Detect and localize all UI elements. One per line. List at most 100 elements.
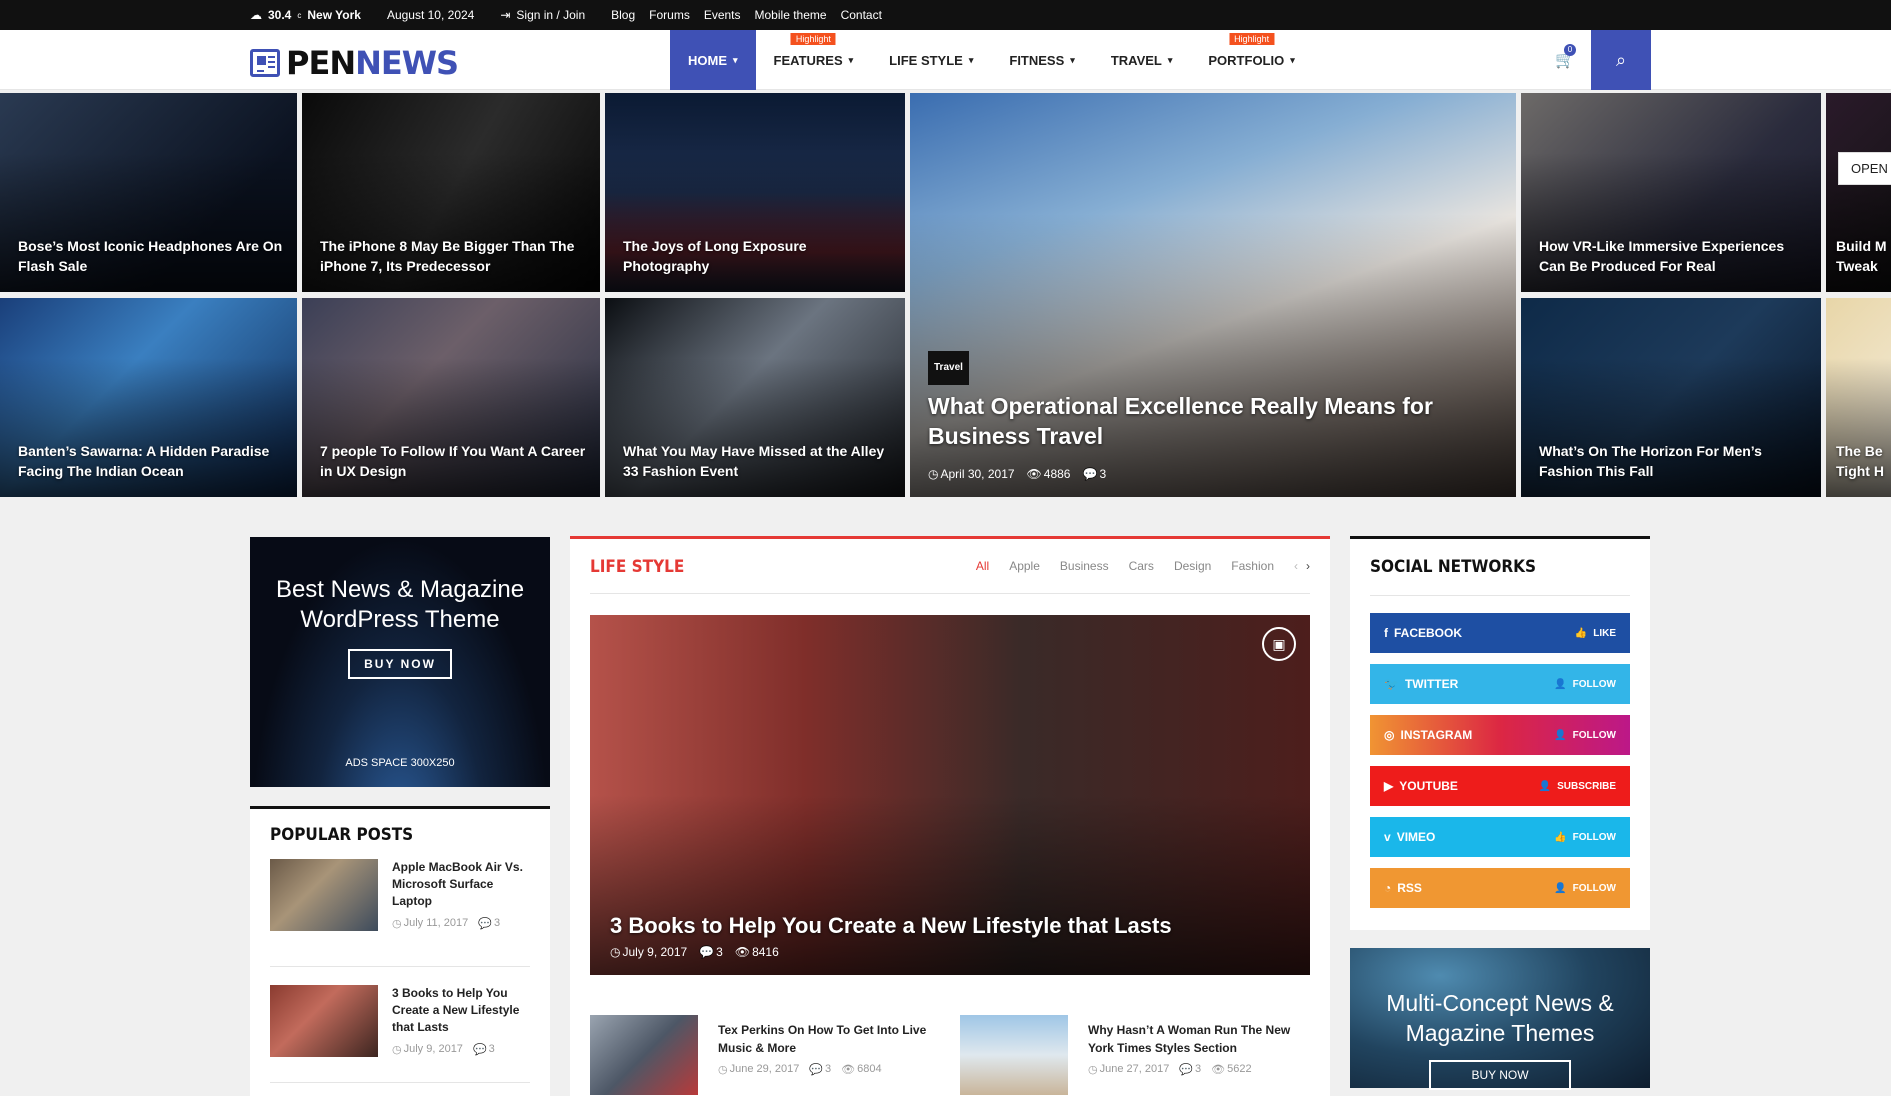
hero-tile[interactable]: Bose’s Most Iconic Headphones Are On Fla… xyxy=(0,93,297,292)
post-thumbnail[interactable] xyxy=(270,985,378,1057)
top-bar: ☁ 30.4 c New York August 10, 2024 ⇥ Sign i… xyxy=(0,0,1891,30)
post-views: 5622 xyxy=(1227,1063,1252,1075)
tab-design[interactable]: Design xyxy=(1174,559,1211,573)
tile-title[interactable]: 7 people To Follow If You Want A Career … xyxy=(320,441,588,481)
hero-tile[interactable]: What’s On The Horizon For Men’s Fashion … xyxy=(1521,298,1821,497)
nav-home[interactable]: HOME ▾ xyxy=(670,30,756,90)
chevron-left-icon[interactable]: ‹ xyxy=(1294,559,1298,573)
facebook-icon: f xyxy=(1384,626,1388,640)
hero-tile[interactable]: Build M Tweak xyxy=(1826,93,1891,292)
hero-featured-tile[interactable]: Travel What Operational Excellence Reall… xyxy=(910,93,1516,497)
open-button[interactable]: OPEN xyxy=(1838,152,1891,185)
post-thumbnail[interactable] xyxy=(590,1015,698,1095)
nav-label: HOME xyxy=(688,52,727,68)
network-name: ◎ INSTAGRAM xyxy=(1384,728,1472,742)
featured-views: 4886 xyxy=(1043,467,1071,481)
hero-tile[interactable]: 7 people To Follow If You Want A Career … xyxy=(302,298,600,497)
twitter-button[interactable]: 🐦 TWITTER 👤 FOLLOW xyxy=(1370,664,1630,704)
tile-title[interactable]: Build M Tweak xyxy=(1836,236,1891,276)
vimeo-button[interactable]: v VIMEO 👍 FOLLOW xyxy=(1370,817,1630,857)
comment-icon: 💬 xyxy=(1179,1064,1194,1076)
tile-title[interactable]: What You May Have Missed at the Alley 33… xyxy=(623,441,893,481)
network-action: 👤 SUBSCRIBE xyxy=(1539,781,1616,792)
category-tag[interactable]: Travel xyxy=(928,351,969,385)
chevron-right-icon[interactable]: › xyxy=(1306,559,1310,573)
network-label: RSS xyxy=(1397,881,1422,895)
top-link-contact[interactable]: Contact xyxy=(841,8,882,22)
signin-label: Sign in / Join xyxy=(516,8,586,22)
ad-buy-button[interactable]: BUY NOW xyxy=(348,649,452,679)
action-label: FOLLOW xyxy=(1572,882,1616,894)
featured-title[interactable]: What Operational Excellence Really Means… xyxy=(928,393,1433,449)
nav-lifestyle[interactable]: LIFE STYLE ▾ xyxy=(871,30,991,90)
top-link-events[interactable]: Events xyxy=(704,8,741,22)
tab-business[interactable]: Business xyxy=(1060,559,1109,573)
rss-button[interactable]: ◔ RSS 👤 FOLLOW xyxy=(1370,868,1630,908)
post-title[interactable]: Why Hasn’t A Woman Run The New York Time… xyxy=(1088,1021,1310,1057)
post-thumbnail[interactable] xyxy=(270,859,378,931)
nav-travel[interactable]: TRAVEL ▾ xyxy=(1093,30,1191,90)
tile-title[interactable]: What’s On The Horizon For Men’s Fashion … xyxy=(1539,441,1809,481)
post-title[interactable]: 3 Books to Help You Create a New Lifesty… xyxy=(392,985,530,1036)
post-title[interactable]: Tex Perkins On How To Get Into Live Musi… xyxy=(718,1021,940,1057)
tab-fashion[interactable]: Fashion xyxy=(1231,559,1274,573)
popular-posts-widget: POPULAR POSTS Apple MacBook Air Vs. Micr… xyxy=(250,806,550,1096)
multi-ad-buy-button[interactable]: BUY NOW xyxy=(1429,1060,1571,1090)
search-button[interactable]: ⌕ xyxy=(1591,30,1651,90)
instagram-button[interactable]: ◎ INSTAGRAM 👤 FOLLOW xyxy=(1370,715,1630,755)
featured-post-title[interactable]: 3 Books to Help You Create a New Lifesty… xyxy=(610,913,1172,939)
hero-tile[interactable]: What You May Have Missed at the Alley 33… xyxy=(605,298,905,497)
ad-space-label: ADS SPACE 300X250 xyxy=(345,757,455,769)
add-user-icon: 👤 xyxy=(1554,882,1567,894)
hero-tile[interactable]: The iPhone 8 May Be Bigger Than The iPho… xyxy=(302,93,600,292)
list-item[interactable]: Tex Perkins On How To Get Into Live Musi… xyxy=(590,1015,940,1095)
hero-tile[interactable]: The Joys of Long Exposure Photography xyxy=(605,93,905,292)
network-label: YOUTUBE xyxy=(1399,779,1458,793)
main-header: PEN NEWS HOME ▾ Highlight FEATURES ▾ LIFE ST… xyxy=(0,30,1891,90)
top-link-mobile[interactable]: Mobile theme xyxy=(755,8,827,22)
network-name: v VIMEO xyxy=(1384,830,1435,844)
thumbs-up-icon: 👍 xyxy=(1574,627,1588,639)
hero-tile[interactable]: Banten’s Sawarna: A Hidden Paradise Faci… xyxy=(0,298,297,497)
eye-icon: 👁 xyxy=(1026,467,1042,481)
youtube-button[interactable]: ▶ YOUTUBE 👤 SUBSCRIBE xyxy=(1370,766,1630,806)
post-title[interactable]: Apple MacBook Air Vs. Microsoft Surface … xyxy=(392,859,530,910)
newspaper-icon xyxy=(250,49,280,77)
list-item[interactable]: Apple MacBook Air Vs. Microsoft Surface … xyxy=(270,859,530,967)
signin-link[interactable]: ⇥ Sign in / Join xyxy=(500,8,585,22)
nav-fitness[interactable]: FITNESS ▾ xyxy=(991,30,1092,90)
nav-label: TRAVEL xyxy=(1110,52,1162,68)
list-item[interactable]: 3 Books to Help You Create a New Lifesty… xyxy=(270,967,530,1083)
nav-features[interactable]: Highlight FEATURES ▾ xyxy=(756,30,872,90)
list-item[interactable]: Why Hasn’t A Woman Run The New York Time… xyxy=(960,1015,1310,1095)
top-link-blog[interactable]: Blog xyxy=(611,8,635,22)
network-action: 👍 FOLLOW xyxy=(1554,832,1616,843)
nav-portfolio[interactable]: Highlight PORTFOLIO ▾ xyxy=(1190,30,1312,90)
chevron-down-icon: ▾ xyxy=(1290,54,1295,65)
top-link-forums[interactable]: Forums xyxy=(649,8,690,22)
tile-title[interactable]: Banten’s Sawarna: A Hidden Paradise Faci… xyxy=(18,441,285,481)
hero-tile[interactable]: The Be Tight H xyxy=(1826,298,1891,497)
post-thumbnail[interactable] xyxy=(960,1015,1068,1095)
tab-all[interactable]: All xyxy=(976,559,989,573)
site-logo[interactable]: PEN NEWS xyxy=(250,44,459,82)
cloud-icon: ☁ xyxy=(250,8,262,22)
facebook-button[interactable]: f FACEBOOK 👍 LIKE xyxy=(1370,613,1630,653)
tile-title[interactable]: The Be Tight H xyxy=(1836,441,1891,481)
tile-title[interactable]: The iPhone 8 May Be Bigger Than The iPho… xyxy=(320,236,588,276)
tile-title[interactable]: The Joys of Long Exposure Photography xyxy=(623,236,893,276)
action-label: FOLLOW xyxy=(1572,678,1616,690)
multi-concept-ad[interactable]: Multi-Concept News & Magazine Themes BUY… xyxy=(1350,948,1650,1090)
network-action: 👤 FOLLOW xyxy=(1554,730,1616,741)
hero-tile[interactable]: How VR-Like Immersive Experiences Can Be… xyxy=(1521,93,1821,292)
tile-title[interactable]: How VR-Like Immersive Experiences Can Be… xyxy=(1539,236,1809,276)
tile-title[interactable]: Bose’s Most Iconic Headphones Are On Fla… xyxy=(18,236,285,276)
network-name: ◔ RSS xyxy=(1384,881,1422,895)
featured-post[interactable]: ▣ 3 Books to Help You Create a New Lifes… xyxy=(590,615,1310,975)
tab-cars[interactable]: Cars xyxy=(1129,559,1154,573)
clock-icon: ◷ xyxy=(392,918,402,930)
tab-apple[interactable]: Apple xyxy=(1009,559,1040,573)
cart-button[interactable]: 🛒 0 xyxy=(1555,44,1576,70)
ad-banner[interactable]: Best News & Magazine WordPress Theme BUY… xyxy=(250,537,550,787)
network-label: VIMEO xyxy=(1396,830,1436,844)
